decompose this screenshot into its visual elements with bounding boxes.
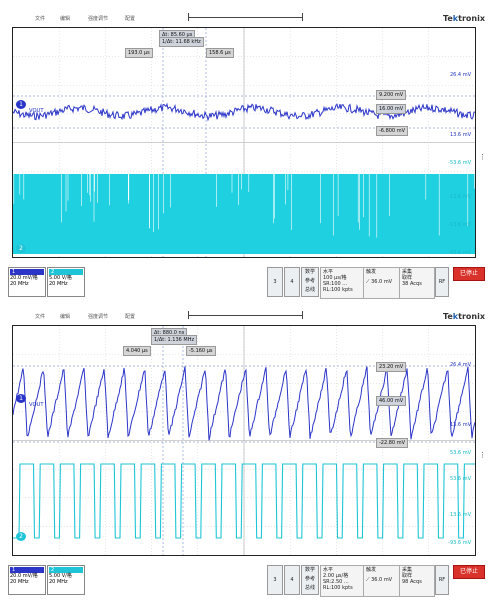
menu-config[interactable]: 配置 (125, 313, 135, 320)
cursor-a-time[interactable]: 193.0 μs (125, 48, 153, 58)
delta-voltage: 46.00 mV (376, 396, 407, 406)
bottom-panel: 1 20.0 mV/格 20 MHz 2 5.00 V/格 20 MHz 3 4… (5, 259, 487, 303)
waveform-plot-1: Δt: 85.60 μs 1/Δt: 11.68 kHz 193.0 μs 15… (12, 27, 476, 258)
menu-file[interactable]: 文件 (35, 15, 45, 22)
cursor-b-time[interactable]: -5.160 μs (186, 346, 216, 356)
right-label-4: 53.6 mV (449, 450, 471, 456)
delta-voltage: 16.00 mV (376, 104, 407, 114)
right-label-5: 53.6 mV (449, 476, 471, 482)
scope-window-2: 文件 编辑 强度调节 配置 Tektronix T Δt: 880.0 ns 1… (5, 311, 487, 601)
math-ref-bus-button[interactable]: 数学 参考 总线 (301, 267, 319, 297)
trigger-settings[interactable]: 触发 ⟋ 36.0 mV (363, 565, 401, 597)
graticule (13, 28, 475, 257)
ch2-settings[interactable]: 2 5.00 V/格 20 MHz (47, 267, 85, 297)
ch4-button[interactable]: 4 (284, 267, 300, 297)
cursor-a-voltage[interactable]: 9.200 mV (376, 90, 407, 100)
horizontal-settings[interactable]: 水平 2.00 μs/格 SR:2.50 ... RL:100 kpts (320, 565, 364, 597)
ch3-button[interactable]: 3 (267, 267, 283, 297)
delta-freq-readout: 1/Δt: 11.68 kHz (159, 37, 204, 47)
waveform-plot-2: Δt: 880.0 ns 1/Δt: 1.136 MHz 4.040 μs -5… (12, 325, 476, 556)
menu-config[interactable]: 配置 (125, 15, 135, 22)
math-ref-bus-button[interactable]: 数学 参考 总线 (301, 565, 319, 595)
right-label-1: 26.4 mV (449, 72, 471, 78)
run-stop-button[interactable]: 已停止 (453, 267, 485, 281)
right-label-7: -93.6 mV (448, 250, 471, 256)
ch2-settings[interactable]: 2 5.00 V/格 20 MHz (47, 565, 85, 595)
cursor-b-voltage[interactable]: -6.800 mV (376, 126, 408, 136)
ch1-ground-marker[interactable]: 1 (16, 100, 26, 109)
right-label-7: -93.6 mV (448, 540, 471, 546)
cursor-a-time[interactable]: 4.040 μs (123, 346, 151, 356)
horizontal-settings[interactable]: 水平 100 μs/格 SR:100 ... RL:100 kpts (320, 267, 364, 299)
delta-freq-readout: 1/Δt: 1.136 MHz (151, 335, 198, 345)
right-label-3: 13.6 mV (449, 132, 471, 138)
right-label-6: -13.6 mV (448, 222, 471, 228)
rf-button[interactable]: RF (435, 565, 449, 595)
acquisition-settings[interactable]: 采集 取样 98 Acqs (399, 565, 435, 597)
ch1-ground-marker[interactable]: 1 (16, 394, 26, 403)
cursor-b-time[interactable]: 158.6 μs (206, 48, 234, 58)
menu-edit[interactable]: 编辑 (60, 313, 70, 320)
right-label-5: -13.6 mV (448, 194, 471, 200)
run-stop-button[interactable]: 已停止 (453, 565, 485, 579)
right-label-3: 13.6 mV (449, 422, 471, 428)
menu-edit[interactable]: 编辑 (60, 15, 70, 22)
menu-intensity[interactable]: 强度调节 (88, 313, 108, 320)
ch4-button[interactable]: 4 (284, 565, 300, 595)
menu-bar: 文件 编辑 强度调节 配置 Tektronix (5, 13, 487, 26)
trigger-settings[interactable]: 触发 ⟋ 36.0 mV (363, 267, 401, 299)
acquisition-settings[interactable]: 采集 取样 38 Acqs (399, 267, 435, 299)
cursor-b-voltage[interactable]: -22.80 mV (376, 438, 408, 448)
record-timeline (188, 17, 302, 18)
menu-intensity[interactable]: 强度调节 (88, 15, 108, 22)
ch1-settings[interactable]: 1 20.0 mV/格 20 MHz (8, 565, 46, 595)
menu-bar: 文件 编辑 强度调节 配置 Tektronix (5, 311, 487, 324)
ch3-button[interactable]: 3 (267, 565, 283, 595)
ch1-settings[interactable]: 1 20.0 mV/格 20 MHz (8, 267, 46, 297)
cursor-a-voltage[interactable]: 23.20 mV (376, 362, 407, 372)
timeline-end (302, 311, 303, 319)
side-menu-icon[interactable]: ⋮ (479, 451, 486, 459)
ch2-ground-marker[interactable]: 2 (16, 244, 26, 253)
timeline-end (302, 13, 303, 21)
ch1-name: VOUT (29, 402, 44, 408)
timeline-start (188, 13, 189, 21)
ch1-name: VOUT (29, 108, 44, 114)
menu-file[interactable]: 文件 (35, 313, 45, 320)
right-label-4: -53.6 mV (448, 160, 471, 166)
ch2-ground-marker[interactable]: 2 (16, 532, 26, 541)
right-label-6: 13.6 mV (449, 512, 471, 518)
bottom-panel: 1 20.0 mV/格 20 MHz 2 5.00 V/格 20 MHz 3 4… (5, 557, 487, 601)
rf-button[interactable]: RF (435, 267, 449, 297)
brand-logo: Tektronix (442, 14, 485, 23)
timeline-start (188, 311, 189, 319)
right-label-1: 26.4 mV (449, 362, 471, 368)
record-timeline (188, 315, 302, 316)
side-menu-icon[interactable]: ⋮ (479, 153, 486, 161)
scope-window-1: 文件 编辑 强度调节 配置 Tektronix T Δt: 85.60 μs 1… (5, 13, 487, 303)
brand-logo: Tektronix (442, 312, 485, 321)
